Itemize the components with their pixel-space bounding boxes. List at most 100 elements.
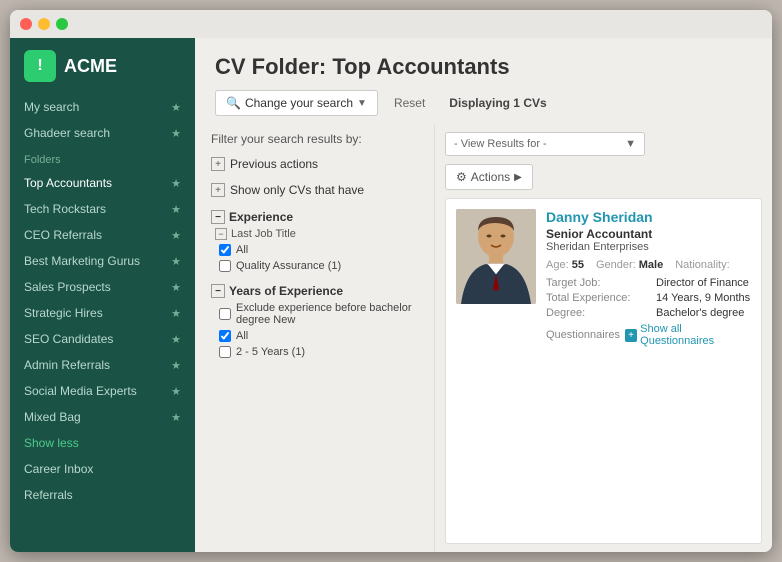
- close-button[interactable]: [20, 18, 32, 30]
- sidebar-item-sales-prospects[interactable]: Sales Prospects ★: [10, 274, 195, 300]
- page-title: CV Folder: Top Accountants: [215, 54, 752, 80]
- candidate-photo: [456, 209, 536, 304]
- sidebar: ! ACME My search ★ Ghadeer search ★ Fold…: [10, 38, 195, 552]
- arrow-right-icon: ▶: [514, 172, 522, 183]
- total-exp-value: 14 Years, 9 Months: [656, 292, 751, 304]
- sidebar-item-tech-rockstars[interactable]: Tech Rockstars ★: [10, 196, 195, 222]
- filter-option-all-years[interactable]: All: [215, 328, 418, 344]
- filter-title: Filter your search results by:: [211, 132, 418, 146]
- content-area: Filter your search results by: + Previou…: [195, 124, 772, 552]
- filter-sub-years: Exclude experience before bachelor degre…: [211, 300, 418, 360]
- filter-sub-experience: − Last Job Title All Quality Assurance (…: [211, 226, 418, 274]
- show-only-header[interactable]: + Show only CVs that have: [211, 180, 418, 200]
- sidebar-show-less[interactable]: Show less: [10, 430, 195, 456]
- star-icon: ★: [171, 127, 181, 140]
- candidate-avatar: [456, 209, 536, 304]
- candidate-details: Target Job: Director of Finance Total Ex…: [546, 277, 751, 319]
- sidebar-header: ! ACME: [10, 38, 195, 94]
- filter-previous-actions: + Previous actions: [211, 154, 418, 174]
- expand-icon: −: [211, 210, 225, 224]
- checkbox-all-job[interactable]: [219, 244, 231, 256]
- filter-show-only: + Show only CVs that have: [211, 180, 418, 200]
- results-top: - View Results for - ▼: [445, 132, 762, 156]
- degree-value: Bachelor's degree: [656, 307, 751, 319]
- reset-button[interactable]: Reset: [386, 91, 433, 115]
- years-exp-label: − Years of Experience: [211, 280, 418, 300]
- age-label: Age: 55: [546, 259, 584, 271]
- maximize-button[interactable]: [56, 18, 68, 30]
- previous-actions-header[interactable]: + Previous actions: [211, 154, 418, 174]
- search-bar: 🔍 Change your search ▼ Reset Displaying …: [215, 90, 752, 116]
- sidebar-item-seo-candidates[interactable]: SEO Candidates ★: [10, 326, 195, 352]
- chevron-down-icon: ▼: [625, 138, 636, 150]
- sidebar-item-ceo-referrals[interactable]: CEO Referrals ★: [10, 222, 195, 248]
- filter-option-exclude-exp[interactable]: Exclude experience before bachelor degre…: [215, 300, 418, 328]
- questionnaires-label: Questionnaires: [546, 329, 620, 341]
- expand-icon: +: [211, 157, 225, 171]
- change-search-button[interactable]: 🔍 Change your search ▼: [215, 90, 378, 116]
- filter-years-exp: − Years of Experience Exclude experience…: [211, 280, 418, 360]
- gender-label: Gender: Male: [596, 259, 663, 271]
- sidebar-item-strategic-hires[interactable]: Strategic Hires ★: [10, 300, 195, 326]
- candidate-meta: Age: 55 Gender: Male Nationality:: [546, 259, 751, 271]
- view-results-select[interactable]: - View Results for - ▼: [445, 132, 645, 156]
- star-icon: ★: [171, 101, 181, 114]
- star-icon: ★: [171, 307, 181, 320]
- checkbox-exclude-exp[interactable]: [219, 308, 231, 320]
- target-job-label: Target Job:: [546, 277, 656, 289]
- star-icon: ★: [171, 229, 181, 242]
- expand-icon: −: [215, 228, 227, 240]
- title-bar: [10, 10, 772, 38]
- candidate-info: Danny Sheridan Senior Accountant Sherida…: [546, 209, 751, 533]
- questionnaires-row: Questionnaires + Show all Questionnaires: [546, 323, 751, 347]
- checkbox-all-years[interactable]: [219, 330, 231, 342]
- minimize-button[interactable]: [38, 18, 50, 30]
- filter-option-2-5-years[interactable]: 2 - 5 Years (1): [215, 344, 418, 360]
- main-header: CV Folder: Top Accountants 🔍 Change your…: [195, 38, 772, 124]
- star-icon: ★: [171, 385, 181, 398]
- star-icon: ★: [171, 255, 181, 268]
- last-job-title-header[interactable]: − Last Job Title: [215, 226, 418, 242]
- actions-button[interactable]: ⚙ Actions ▶: [445, 164, 533, 190]
- experience-label: − Experience: [211, 206, 418, 226]
- star-icon: ★: [171, 203, 181, 216]
- sidebar-item-ghadeer-search[interactable]: Ghadeer search ★: [10, 120, 195, 146]
- app-body: ! ACME My search ★ Ghadeer search ★ Fold…: [10, 38, 772, 552]
- filter-panel: Filter your search results by: + Previou…: [195, 124, 435, 552]
- sidebar-item-top-accountants[interactable]: Top Accountants ★: [10, 170, 195, 196]
- total-exp-label: Total Experience:: [546, 292, 656, 304]
- candidate-name: Danny Sheridan: [546, 209, 751, 225]
- filter-option-qa[interactable]: Quality Assurance (1): [215, 258, 418, 274]
- results-panel: - View Results for - ▼ ⚙ Actions ▶: [435, 124, 772, 552]
- star-icon: ★: [171, 359, 181, 372]
- folders-label: Folders: [10, 146, 195, 170]
- filter-experience: − Experience − Last Job Title All: [211, 206, 418, 274]
- checkbox-2-5-years[interactable]: [219, 346, 231, 358]
- sidebar-item-social-media-experts[interactable]: Social Media Experts ★: [10, 378, 195, 404]
- target-job-value: Director of Finance: [656, 277, 751, 289]
- star-icon: ★: [171, 177, 181, 190]
- displaying-count: Displaying 1 CVs: [441, 91, 554, 115]
- star-icon: ★: [171, 281, 181, 294]
- degree-label: Degree:: [546, 307, 656, 319]
- star-icon: ★: [171, 411, 181, 424]
- checkbox-qa[interactable]: [219, 260, 231, 272]
- nationality-label: Nationality:: [675, 259, 729, 271]
- sidebar-item-admin-referrals[interactable]: Admin Referrals ★: [10, 352, 195, 378]
- sidebar-item-best-marketing-gurus[interactable]: Best Marketing Gurus ★: [10, 248, 195, 274]
- sidebar-item-career-inbox[interactable]: Career Inbox: [10, 456, 195, 482]
- app-window: ! ACME My search ★ Ghadeer search ★ Fold…: [10, 10, 772, 552]
- sidebar-brand: ACME: [64, 56, 117, 77]
- show-all-questionnaires-link[interactable]: + Show all Questionnaires: [625, 323, 751, 347]
- sidebar-item-referrals[interactable]: Referrals: [10, 482, 195, 508]
- expand-icon: −: [211, 284, 225, 298]
- expand-icon: +: [211, 183, 225, 197]
- filter-option-all-job[interactable]: All: [215, 242, 418, 258]
- candidate-card: Danny Sheridan Senior Accountant Sherida…: [445, 198, 762, 544]
- search-icon: 🔍: [226, 96, 241, 110]
- logo-icon: !: [24, 50, 56, 82]
- sidebar-item-my-search[interactable]: My search ★: [10, 94, 195, 120]
- gear-icon: ⚙: [456, 170, 467, 184]
- sidebar-item-mixed-bag[interactable]: Mixed Bag ★: [10, 404, 195, 430]
- candidate-title: Senior Accountant: [546, 227, 751, 241]
